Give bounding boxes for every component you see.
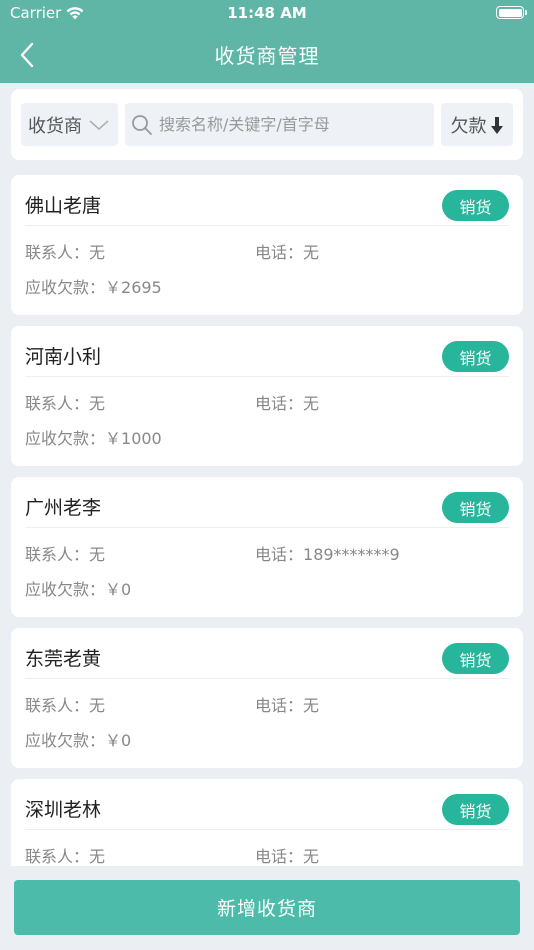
- receiver-name: 广州老李: [25, 497, 102, 519]
- divider: [25, 829, 509, 830]
- battery-icon: [496, 6, 527, 19]
- debt-label: 应收欠款：: [25, 278, 106, 297]
- phone-value: 189*******9: [303, 545, 400, 564]
- contact-info: 联系人：无: [25, 239, 105, 263]
- receiver-name: 深圳老林: [25, 799, 102, 821]
- sale-button[interactable]: 销货: [442, 643, 509, 674]
- search-input[interactable]: [159, 115, 419, 134]
- divider: [25, 527, 509, 528]
- receiver-card[interactable]: 广州老李 销货 联系人：无 电话：189*******9 应收欠款：￥0: [11, 477, 523, 617]
- phone-info: 电话：无: [255, 692, 319, 716]
- sale-button[interactable]: 销货: [442, 794, 509, 825]
- receiver-name: 东莞老黄: [25, 648, 102, 670]
- phone-label: 电话：: [255, 696, 304, 715]
- phone-label: 电话：: [255, 847, 304, 866]
- contact-value: 无: [89, 243, 106, 262]
- debt-label: 应收欠款：: [25, 429, 106, 448]
- receiver-list[interactable]: 佛山老唐 销货 联系人：无 电话：无 应收欠款：￥2695 河南小利 销货 联系…: [11, 175, 523, 866]
- add-receiver-button[interactable]: 新增收货商: [14, 880, 520, 935]
- phone-label: 电话：: [255, 545, 304, 564]
- contact-label: 联系人：: [25, 847, 90, 866]
- contact-value: 无: [89, 545, 106, 564]
- receiver-card[interactable]: 深圳老林 销货 联系人：无 电话：无: [11, 779, 523, 866]
- debt-value: ￥1000: [105, 429, 162, 448]
- receiver-name: 河南小利: [25, 346, 102, 368]
- sale-button[interactable]: 销货: [442, 190, 509, 221]
- divider: [25, 678, 509, 679]
- debt-info: 应收欠款：￥1000: [25, 425, 162, 449]
- contact-info: 联系人：无: [25, 692, 105, 716]
- debt-value: ￥0: [105, 580, 132, 599]
- phone-info: 电话：无: [255, 239, 319, 263]
- nav-bar: 收货商管理: [0, 28, 534, 83]
- contact-label: 联系人：: [25, 696, 90, 715]
- contact-info: 联系人：无: [25, 843, 105, 866]
- debt-label: 应收欠款：: [25, 731, 106, 750]
- contact-value: 无: [89, 696, 106, 715]
- debt-label: 应收欠款：: [25, 580, 106, 599]
- contact-value: 无: [89, 394, 106, 413]
- debt-value: ￥0: [105, 731, 132, 750]
- receiver-card[interactable]: 佛山老唐 销货 联系人：无 电话：无 应收欠款：￥2695: [11, 175, 523, 315]
- receiver-card[interactable]: 东莞老黄 销货 联系人：无 电话：无 应收欠款：￥0: [11, 628, 523, 768]
- search-panel: 收货商 欠款: [11, 89, 523, 160]
- phone-value: 无: [303, 847, 320, 866]
- footer-bar: 新增收货商: [0, 866, 534, 950]
- type-select[interactable]: 收货商: [21, 103, 118, 146]
- debt-value: ￥2695: [105, 278, 162, 297]
- sort-debt-label: 欠款: [450, 115, 487, 137]
- arrow-down-icon: [490, 116, 503, 134]
- search-icon: [132, 114, 152, 135]
- phone-label: 电话：: [255, 243, 304, 262]
- header-bar: Carrier 11:48 AM 收货商管理: [0, 0, 534, 83]
- page-title: 收货商管理: [214, 44, 320, 68]
- phone-value: 无: [303, 394, 320, 413]
- status-bar: Carrier 11:48 AM: [0, 0, 534, 28]
- contact-label: 联系人：: [25, 545, 90, 564]
- debt-info: 应收欠款：￥0: [25, 727, 131, 751]
- debt-info: 应收欠款：￥0: [25, 576, 131, 600]
- search-box[interactable]: [125, 103, 434, 146]
- contact-info: 联系人：无: [25, 390, 105, 414]
- contact-label: 联系人：: [25, 243, 90, 262]
- divider: [25, 376, 509, 377]
- status-time: 11:48 AM: [227, 4, 307, 22]
- sale-button[interactable]: 销货: [442, 492, 509, 523]
- phone-label: 电话：: [255, 394, 304, 413]
- type-select-label: 收货商: [28, 115, 82, 137]
- chevron-down-icon: [89, 119, 109, 130]
- contact-label: 联系人：: [25, 394, 90, 413]
- contact-value: 无: [89, 847, 106, 866]
- divider: [25, 225, 509, 226]
- debt-info: 应收欠款：￥2695: [25, 274, 162, 298]
- sale-button[interactable]: 销货: [442, 341, 509, 372]
- receiver-name: 佛山老唐: [25, 195, 102, 217]
- phone-value: 无: [303, 696, 320, 715]
- contact-info: 联系人：无: [25, 541, 105, 565]
- receiver-card[interactable]: 河南小利 销货 联系人：无 电话：无 应收欠款：￥1000: [11, 326, 523, 466]
- sort-debt-button[interactable]: 欠款: [441, 103, 513, 146]
- phone-value: 无: [303, 243, 320, 262]
- phone-info: 电话：189*******9: [255, 541, 400, 565]
- phone-info: 电话：无: [255, 843, 319, 866]
- phone-info: 电话：无: [255, 390, 319, 414]
